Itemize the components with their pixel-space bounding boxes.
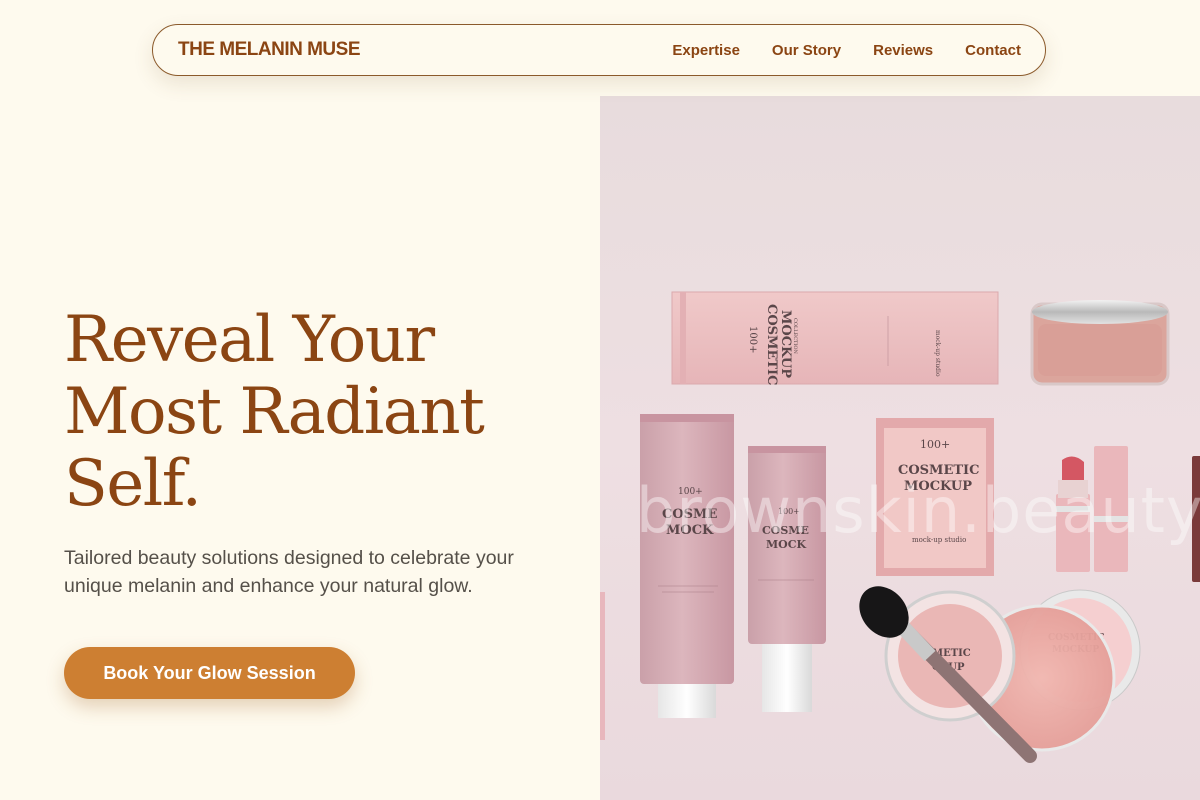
hero-subtitle: Tailored beauty solutions designed to ce… <box>64 547 514 597</box>
headline-line-1: Reveal Your <box>64 303 435 377</box>
book-glow-session-button[interactable]: Book Your Glow Session <box>64 647 355 699</box>
nav-link-reviews[interactable]: Reviews <box>873 42 933 59</box>
nav-link-expertise[interactable]: Expertise <box>672 42 740 59</box>
brand-logo[interactable]: THE MELANIN MUSE <box>178 39 361 61</box>
top-nav: THE MELANIN MUSE Expertise Our Story Rev… <box>152 24 1046 76</box>
box-studio: mock-up studio <box>934 330 941 377</box>
hero-headline: Reveal Your Most Radiant Self. <box>64 303 485 521</box>
box-collection: COLLECTION <box>792 318 798 354</box>
headline-line-3: Self. <box>64 447 202 521</box>
box-title-2: MOCKUP <box>778 310 793 378</box>
nav-link-contact[interactable]: Contact <box>965 42 1021 59</box>
nav-link-our-story[interactable]: Our Story <box>772 42 841 59</box>
nav-links: Expertise Our Story Reviews Contact <box>672 42 1021 59</box>
cosmetics-flatlay-illustration: 100+ COSMETIC MOCKUP COLLECTION mock-up … <box>600 291 1200 763</box>
svg-text:100+: 100+ <box>920 438 950 451</box>
box-title-1: COSMETIC <box>764 304 779 385</box>
hero-product-image: 100+ COSMETIC MOCKUP COLLECTION mock-up … <box>600 96 1200 800</box>
watermark-text: brownskin.beauty <box>636 474 1200 547</box>
headline-line-2: Most Radiant <box>64 375 485 449</box>
box-brand-mark: 100+ <box>747 326 758 353</box>
